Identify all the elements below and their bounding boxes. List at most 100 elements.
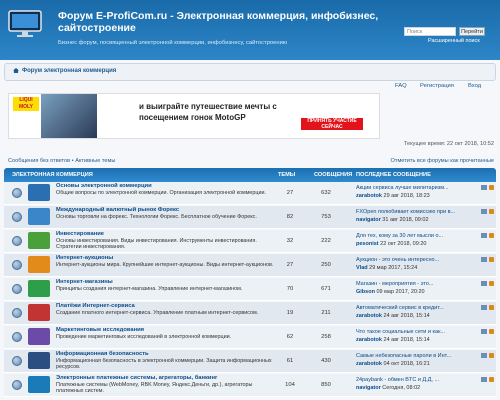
posts-count: 222	[321, 238, 331, 244]
forum-table-header: ЭЛЕКТРОННАЯ КОММЕРЦИЯ ТЕМЫ СООБЩЕНИЯ ПОС…	[4, 168, 496, 182]
home-icon	[13, 68, 19, 73]
ad-banner[interactable]: LIQUI MOLY и выиграйте путешествие мечты…	[8, 93, 380, 139]
last-post-author[interactable]: zarabotok	[356, 193, 382, 199]
new-post-icon	[489, 329, 494, 334]
last-post-author[interactable]: Gibson	[356, 289, 375, 295]
forum-status-icon	[12, 284, 22, 294]
forum-thumbnail-icon	[28, 280, 50, 297]
forum-row[interactable]: Основы электронной коммерции Общие вопрос…	[4, 182, 496, 205]
posts-count: 632	[321, 190, 331, 196]
forum-title[interactable]: Информационная безопасность	[56, 351, 149, 357]
last-post-meta: navigator 31 авг 2018, 09:02	[356, 217, 491, 223]
last-post-author[interactable]: zarabotok	[356, 361, 382, 367]
last-post-title[interactable]: Для тех, кому за 30 лет мысли о...	[356, 233, 478, 239]
site-title[interactable]: Форум E-ProfiCom.ru - Электронная коммер…	[58, 10, 388, 34]
forum-description: Принципы создания интернет-магазина. Упр…	[56, 286, 243, 292]
forum-description: Создание платного интернет-сервиса. Упра…	[56, 310, 259, 316]
last-post-date: 22 окт 2018, 09:20	[380, 241, 427, 247]
forum-row[interactable]: Интернет-аукционы Интернет-аукционы мира.…	[4, 254, 496, 277]
last-post-author[interactable]: pesonist	[356, 241, 379, 247]
last-post-date: 31 авг 2018, 09:02	[382, 217, 429, 223]
forum-title[interactable]: Международный валютный рынок Форекс	[56, 207, 179, 213]
last-post-date: 04 окт 2018, 16:21	[383, 361, 430, 367]
new-post-icon	[489, 281, 494, 286]
goto-post-icon[interactable]	[481, 257, 487, 262]
forum-row[interactable]: Электронные платежные системы, агрегатор…	[4, 374, 496, 397]
forum-row[interactable]: Информационная безопасность Информационна…	[4, 350, 496, 373]
forum-description: Основы торговли на форекс. Технологии Фо…	[56, 214, 257, 220]
goto-post-icon[interactable]	[481, 209, 487, 214]
forum-thumbnail-icon	[28, 208, 50, 225]
forum-title[interactable]: Платёжи Интернет-сервиса	[56, 303, 135, 309]
topics-count: 82	[286, 214, 294, 220]
last-post-date: 24 авг 2018, 15:14	[383, 337, 430, 343]
last-post-date: 29 авг 2018, 18:23	[383, 193, 430, 199]
goto-post-icon[interactable]	[481, 377, 487, 382]
forum-row[interactable]: Международный валютный рынок Форекс Основ…	[4, 206, 496, 229]
breadcrumb[interactable]: Форум электронная коммерция	[13, 68, 116, 74]
forum-status-icon	[12, 308, 22, 318]
forum-row[interactable]: Интернет-магазины Принципы создания интер…	[4, 278, 496, 301]
forum-row[interactable]: Маркетинговые исследования Проведение мар…	[4, 326, 496, 349]
forum-title[interactable]: Электронные платежные системы, агрегатор…	[56, 375, 217, 381]
last-post-meta: Gibson 09 мар 2017, 20:20	[356, 289, 491, 295]
rider-image	[41, 94, 97, 138]
goto-post-icon[interactable]	[481, 305, 487, 310]
topics-count: 62	[286, 334, 294, 340]
forum-title[interactable]: Интернет-магазины	[56, 279, 113, 285]
last-post-title[interactable]: Магазин - мероприятия - это...	[356, 281, 478, 287]
forum-title[interactable]: Инвестирование	[56, 231, 104, 237]
search-input[interactable]: Поиск	[404, 27, 456, 36]
navbar: Форум электронная коммерция	[4, 63, 496, 81]
last-post-author[interactable]: navigator	[356, 385, 381, 391]
goto-post-icon[interactable]	[481, 353, 487, 358]
goto-post-icon[interactable]	[481, 233, 487, 238]
posts-count: 258	[321, 334, 331, 340]
last-post-author[interactable]: zarabotok	[356, 337, 382, 343]
monitor-logo-icon	[8, 10, 42, 37]
forum-row[interactable]: Инвестирование Основы инвестирования. Вид…	[4, 230, 496, 253]
banner-cta-button[interactable]: ПРИНЯТЬ УЧАСТИЕ СЕЙЧАС	[301, 118, 363, 130]
breadcrumb-label: Форум электронная коммерция	[22, 68, 117, 75]
advanced-search-link[interactable]: Расширенный поиск	[428, 38, 480, 44]
forum-thumbnail-icon	[28, 376, 50, 393]
last-post-title[interactable]: 24paybank - обмен BTC и Д.Д, ...	[356, 377, 478, 383]
forum-status-icon	[12, 188, 22, 198]
faq-link[interactable]: FAQ	[395, 83, 407, 89]
forum-thumbnail-icon	[28, 184, 50, 201]
forum-title[interactable]: Маркетинговые исследования	[56, 327, 144, 333]
unanswered-active-links[interactable]: Сообщения без ответов • Активные темы	[8, 158, 115, 164]
goto-post-icon[interactable]	[481, 185, 487, 190]
last-post-author[interactable]: Vlad	[356, 265, 368, 271]
last-post-title[interactable]: Самые небезопасные пароли в Инт...	[356, 353, 478, 359]
last-post-meta: zarabotok 29 авг 2018, 18:23	[356, 193, 491, 199]
forum-status-icon	[12, 332, 22, 342]
forum-row[interactable]: Платёжи Интернет-сервиса Создание платног…	[4, 302, 496, 325]
mark-read-link[interactable]: Отметить все форумы как прочитанные	[391, 158, 494, 164]
topics-count: 19	[286, 310, 294, 316]
last-post-title[interactable]: Автоматический сервис в кредит...	[356, 305, 478, 311]
search-button[interactable]: Перейти	[459, 27, 485, 36]
goto-post-icon[interactable]	[481, 281, 487, 286]
forum-title[interactable]: Основы электронной коммерции	[56, 183, 152, 189]
login-link[interactable]: Вход	[468, 83, 481, 89]
last-post-author[interactable]: navigator	[356, 217, 381, 223]
posts-count: 211	[321, 310, 331, 316]
goto-post-icon[interactable]	[481, 329, 487, 334]
forum-description: Общие вопросы по электронной коммерции. …	[56, 190, 267, 196]
posts-count: 671	[321, 286, 331, 292]
register-link[interactable]: Регистрация	[420, 83, 454, 89]
last-post-title[interactable]: Аукцион - это очень интересно...	[356, 257, 478, 263]
forum-status-icon	[12, 356, 22, 366]
last-post-title[interactable]: Что такое социальные сети и как...	[356, 329, 478, 335]
last-post-title[interactable]: Акции сервиса лучше милитаризм...	[356, 185, 478, 191]
forum-status-icon	[12, 212, 22, 222]
forum-thumbnail-icon	[28, 304, 50, 321]
forum-title[interactable]: Интернет-аукционы	[56, 255, 113, 261]
header-posts: СООБЩЕНИЯ	[314, 172, 353, 178]
topics-count: 104	[285, 382, 295, 388]
last-post-meta: navigator Сегодня, 08:02	[356, 385, 491, 391]
last-post-title[interactable]: FXOpen полюбивает комиссию при в...	[356, 209, 478, 215]
last-post-author[interactable]: zarabotok	[356, 313, 382, 319]
forum-description: Основы инвестирования. Виды инвестирован…	[56, 238, 257, 251]
